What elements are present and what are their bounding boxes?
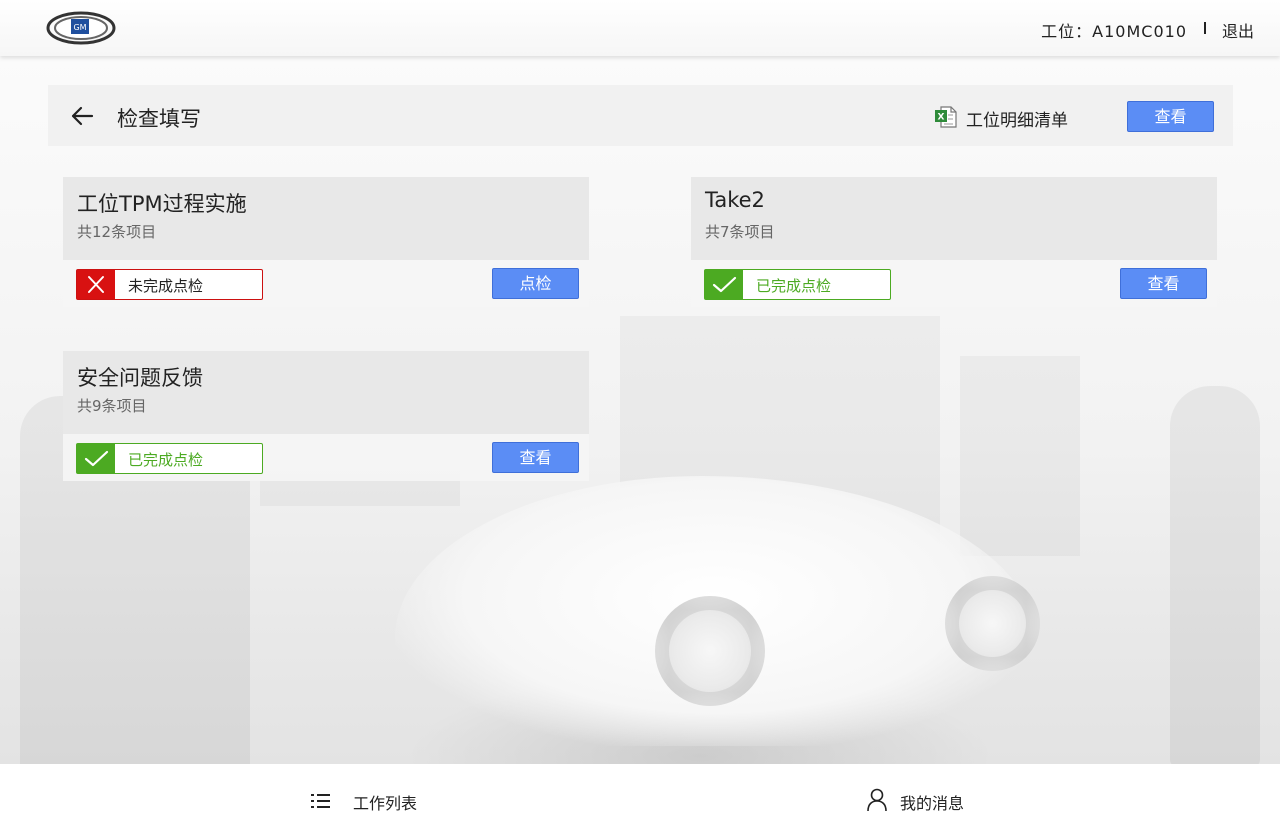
station-detail-list-label: 工位明细清单 [966,111,1068,131]
status-text: 已完成点检 [756,277,832,295]
status-badge: 已完成点检 [704,269,891,300]
card-title: 安全问题反馈 [77,366,203,390]
bottom-nav: 工作列表 我的消息 [0,764,1280,836]
arrow-left-icon[interactable] [70,105,94,127]
check-icon [77,444,115,473]
user-icon [866,788,888,812]
page-header: 检查填写 X 工位明细清单 查看 [48,85,1233,146]
nav-label: 工作列表 [353,794,418,813]
header-divider [1204,22,1206,34]
check-card-safety: 安全问题反馈 共9条项目 已完成点检 查看 [63,351,589,481]
card-item-count: 共9条项目 [77,397,147,415]
svg-text:GM: GM [73,23,86,32]
card-header: 安全问题反馈 共9条项目 [63,351,589,434]
card-header: Take2 共7条项目 [691,177,1217,260]
check-icon [705,270,743,299]
check-card-take2: Take2 共7条项目 已完成点检 查看 [691,177,1217,307]
gm-logo: GM [46,11,116,45]
svg-text:X: X [938,113,945,123]
card-header: 工位TPM过程实施 共12条项目 [63,177,589,260]
status-badge: 已完成点检 [76,443,263,474]
view-button[interactable]: 查看 [1120,268,1207,299]
card-title: Take2 [705,188,765,212]
view-button[interactable]: 查看 [492,442,579,473]
list-icon [310,790,332,812]
view-detail-list-button[interactable]: 查看 [1127,101,1214,132]
nav-my-messages[interactable]: 我的消息 [866,788,996,814]
station-label: 工位：A10MC010 [1041,22,1187,41]
excel-file-icon: X [934,105,958,129]
card-item-count: 共7条项目 [705,223,775,241]
status-text: 已完成点检 [128,451,204,469]
check-card-tpm: 工位TPM过程实施 共12条项目 未完成点检 点检 [63,177,589,307]
top-bar: GM 工位：A10MC010 退出 [0,0,1280,56]
inspect-button[interactable]: 点检 [492,268,579,299]
nav-label: 我的消息 [900,794,965,813]
status-text: 未完成点检 [128,277,204,295]
page-title: 检查填写 [117,107,201,131]
status-badge: 未完成点检 [76,269,263,300]
close-icon [77,270,115,299]
card-title: 工位TPM过程实施 [77,192,247,216]
nav-work-list[interactable]: 工作列表 [310,788,440,814]
card-item-count: 共12条项目 [77,223,157,241]
logout-link[interactable]: 退出 [1222,18,1254,42]
